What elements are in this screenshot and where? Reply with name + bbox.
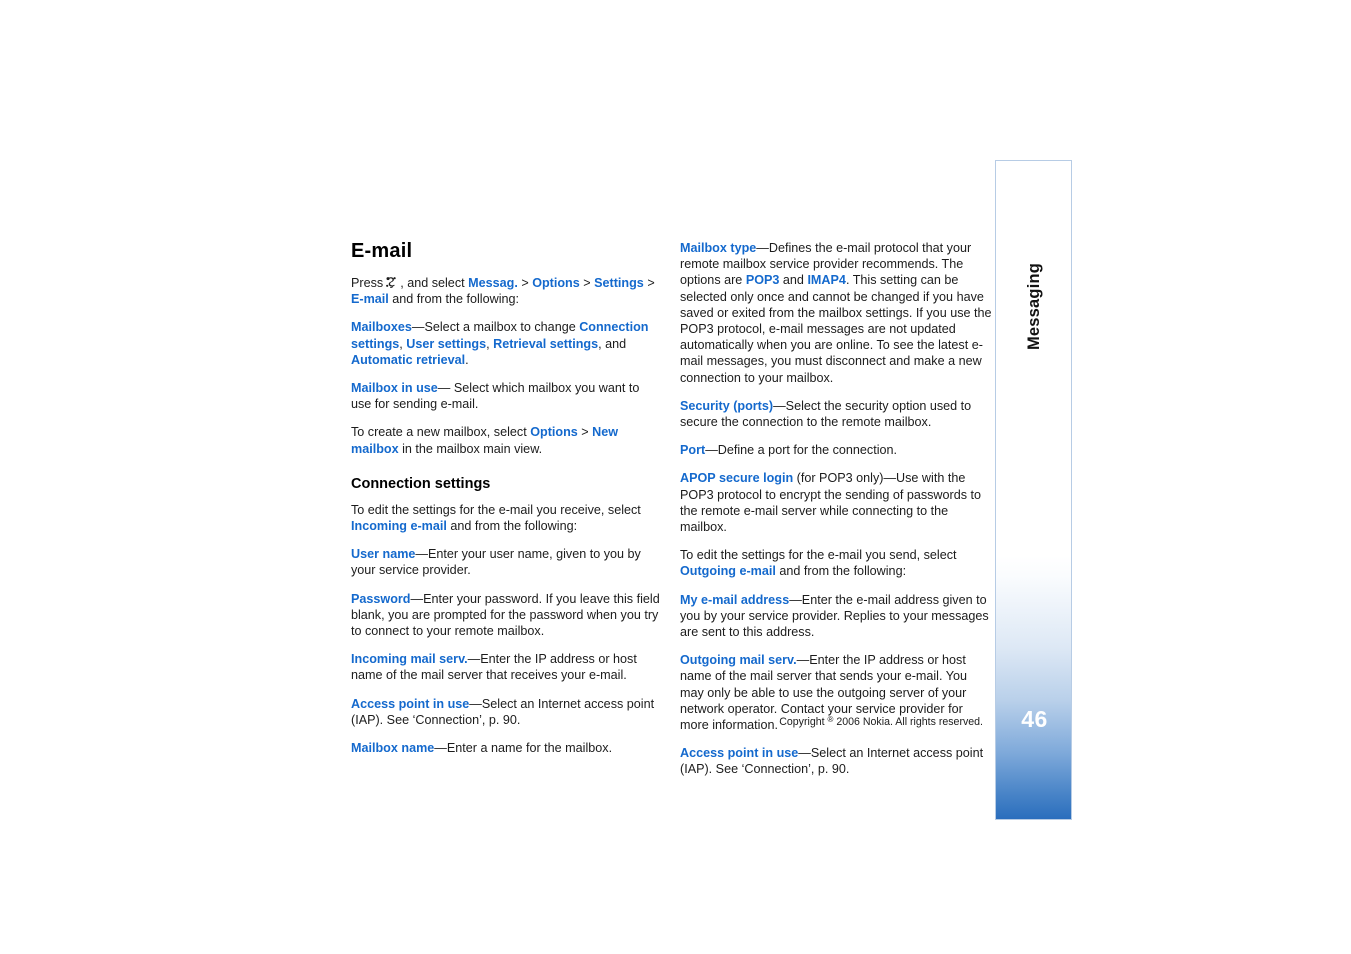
- paragraph-security-ports: Security (ports)—Select the security opt…: [680, 398, 992, 430]
- menu-key-icon: [385, 276, 398, 289]
- press-label: Press: [351, 276, 384, 290]
- link-security-ports[interactable]: Security (ports): [680, 399, 773, 413]
- chapter-tab-label: Messaging: [1025, 262, 1044, 350]
- period: .: [465, 352, 469, 367]
- and-select-label: , and select: [400, 276, 465, 290]
- comma: ,: [399, 336, 403, 351]
- comma: ,: [486, 336, 490, 351]
- press-tail: and from the following:: [392, 292, 520, 307]
- and-label: and: [782, 273, 804, 288]
- link-settings[interactable]: Settings: [594, 276, 644, 290]
- link-mailbox-name[interactable]: Mailbox name: [351, 741, 434, 755]
- paragraph-mailboxes: Mailboxes—Select a mailbox to change Con…: [351, 319, 663, 368]
- left-text-column: E-mail Press , and select Messag. > Optio…: [351, 240, 663, 756]
- to-edit-incoming-text-1: To edit the settings for the e-mail you …: [351, 502, 641, 517]
- link-access-point-in-use[interactable]: Access point in use: [680, 746, 798, 760]
- paragraph-password: Password—Enter your password. If you lea…: [351, 591, 663, 640]
- link-mailbox-type[interactable]: Mailbox type: [680, 241, 756, 255]
- manual-page: E-mail Press , and select Messag. > Optio…: [0, 0, 1351, 954]
- paragraph-port: Port—Define a port for the connection.: [680, 442, 992, 458]
- paragraph-mailbox-type: Mailbox type—Defines the e-mail protocol…: [680, 240, 992, 386]
- right-text-column: Mailbox type—Defines the e-mail protocol…: [680, 240, 992, 778]
- link-user-settings[interactable]: User settings: [406, 337, 486, 351]
- link-incoming-email[interactable]: Incoming e-mail: [351, 519, 447, 533]
- link-apop-secure-login[interactable]: APOP secure login: [680, 471, 793, 485]
- link-email[interactable]: E-mail: [351, 292, 389, 306]
- paragraph-access-point-in-use: Access point in use—Select an Internet a…: [680, 745, 992, 777]
- path-separator: >: [581, 425, 589, 440]
- link-automatic-retrieval[interactable]: Automatic retrieval: [351, 353, 465, 367]
- mailboxes-text-1: —Select a mailbox to change: [411, 320, 576, 335]
- link-options[interactable]: Options: [530, 425, 578, 439]
- paragraph-to-edit-outgoing: To edit the settings for the e-mail you …: [680, 547, 992, 579]
- link-password[interactable]: Password: [351, 592, 411, 606]
- copyright-post: 2006 Nokia. All rights reserved.: [836, 716, 983, 728]
- to-edit-outgoing-text-1: To edit the settings for the e-mail you …: [680, 548, 957, 563]
- link-imap4[interactable]: IMAP4: [807, 273, 846, 287]
- copyright-pre: Copyright: [779, 716, 825, 728]
- to-edit-outgoing-text-2: and from the following:: [779, 564, 907, 579]
- copyright-notice: Copyright ® 2006 Nokia. All rights reser…: [680, 713, 983, 729]
- link-mailboxes[interactable]: Mailboxes: [351, 320, 412, 334]
- paragraph-press-path: Press , and select Messag. > Options > Se…: [351, 275, 663, 307]
- link-user-name[interactable]: User name: [351, 547, 415, 561]
- new-mailbox-text-2: in the mailbox main view.: [402, 441, 543, 456]
- paragraph-mailbox-name: Mailbox name—Enter a name for the mailbo…: [351, 740, 663, 756]
- chapter-tab: Messaging 46: [995, 160, 1072, 820]
- paragraph-new-mailbox: To create a new mailbox, select Options …: [351, 424, 663, 456]
- paragraph-mailbox-in-use: Mailbox in use— Select which mailbox you…: [351, 380, 663, 412]
- paragraph-access-point-in-use: Access point in use—Select an Internet a…: [351, 696, 663, 728]
- chapter-tab-label-wrap: Messaging: [996, 161, 1071, 451]
- paragraph-user-name: User name—Enter your user name, given to…: [351, 546, 663, 578]
- link-mailbox-in-use[interactable]: Mailbox in use: [351, 381, 438, 395]
- page-title: E-mail: [351, 240, 413, 262]
- link-options[interactable]: Options: [532, 276, 580, 290]
- mailbox-type-text-2: . This setting can be selected only once…: [680, 273, 992, 385]
- section-title-connection-settings: Connection settings: [351, 475, 491, 492]
- paragraph-my-email-address: My e-mail address—Enter the e-mail addre…: [680, 592, 992, 641]
- path-separator: >: [647, 276, 655, 290]
- paragraph-incoming-mail-serv: Incoming mail serv.—Enter the IP address…: [351, 651, 663, 683]
- link-outgoing-email[interactable]: Outgoing e-mail: [680, 564, 776, 578]
- link-my-email-address[interactable]: My e-mail address: [680, 593, 789, 607]
- path-separator: >: [521, 276, 529, 290]
- link-messag[interactable]: Messag.: [468, 276, 518, 290]
- registered-icon: ®: [827, 715, 834, 724]
- link-pop3[interactable]: POP3: [746, 273, 780, 287]
- link-port[interactable]: Port: [680, 443, 705, 457]
- paragraph-apop-secure-login: APOP secure login (for POP3 only)—Use wi…: [680, 470, 992, 535]
- page-number: 46: [1021, 706, 1048, 732]
- link-incoming-mail-serv[interactable]: Incoming mail serv.: [351, 652, 468, 666]
- link-access-point-in-use[interactable]: Access point in use: [351, 697, 469, 711]
- to-edit-incoming-text-2: and from the following:: [450, 519, 578, 534]
- mailbox-name-text: —Enter a name for the mailbox.: [434, 741, 613, 756]
- link-outgoing-mail-serv[interactable]: Outgoing mail serv.: [680, 653, 797, 667]
- link-retrieval-settings[interactable]: Retrieval settings: [493, 337, 598, 351]
- mailboxes-text-2: , and: [598, 336, 627, 351]
- new-mailbox-text-1: To create a new mailbox, select: [351, 425, 527, 440]
- paragraph-to-edit-incoming: To edit the settings for the e-mail you …: [351, 502, 663, 534]
- path-separator: >: [583, 276, 591, 290]
- port-text: —Define a port for the connection.: [705, 443, 898, 458]
